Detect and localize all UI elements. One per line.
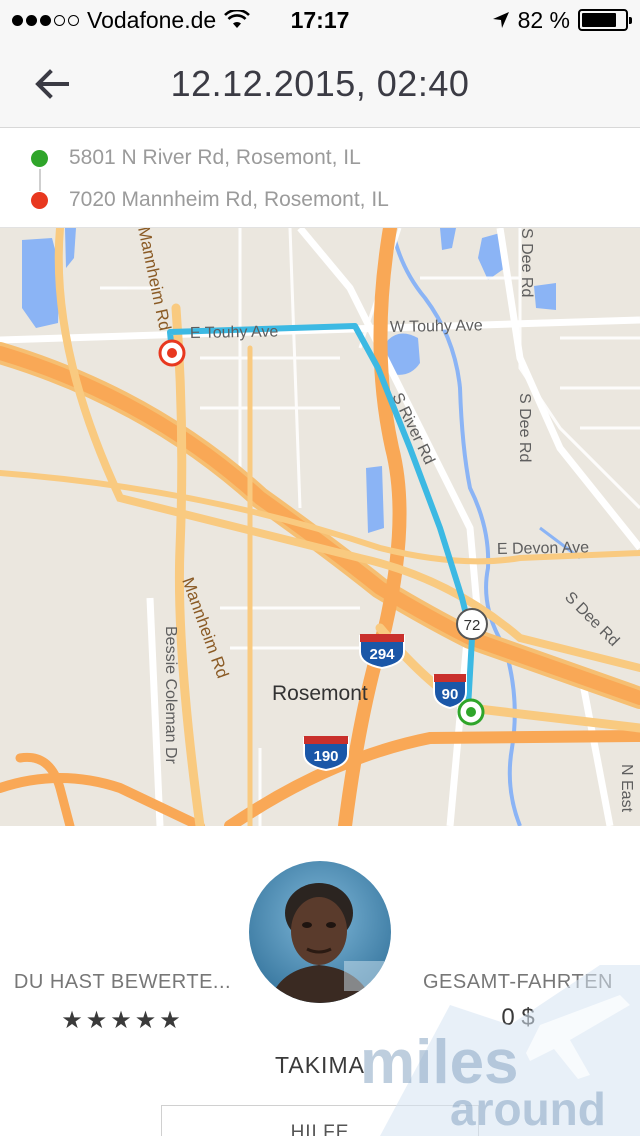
carrier-name: Vodafone.de xyxy=(87,6,217,33)
map-label-touhy-east: W Touhy Ave xyxy=(390,317,483,336)
signal-strength-icon xyxy=(12,14,79,26)
svg-text:190: 190 xyxy=(313,748,338,765)
back-button[interactable] xyxy=(28,62,76,106)
trip-summary-panel: DU HAST BEWERTE... ★★★★★ GESAMT-FAHRTEN … xyxy=(0,826,640,1136)
help-button[interactable]: HILFE xyxy=(161,1105,479,1136)
map-label-east-edge: N East xyxy=(618,764,635,813)
navigation-bar: 12.12.2015, 02:40 xyxy=(0,40,640,128)
rating-stars: ★★★★★ xyxy=(61,1007,184,1034)
map-label-dee-rd-north: S Dee Rd xyxy=(518,228,535,297)
map-canvas: E Touhy Ave W Touhy Ave E Devon Ave S Ri… xyxy=(0,228,640,826)
pickup-marker-icon xyxy=(31,149,48,167)
svg-text:90: 90 xyxy=(442,686,459,703)
location-arrow-icon xyxy=(492,12,509,28)
dropoff-marker-icon xyxy=(31,191,48,209)
trip-addresses: 5801 N River Rd, Rosemont, IL 7020 Mannh… xyxy=(0,129,640,228)
interstate-294-shield-icon: 294 xyxy=(359,634,405,670)
svg-text:72: 72 xyxy=(464,617,481,634)
pickup-pin-icon xyxy=(457,698,485,726)
map-label-dee-rd-east: S Dee Rd xyxy=(561,589,622,650)
rating-stat: DU HAST BEWERTE... ★★★★★ xyxy=(10,971,235,1035)
route-map[interactable]: E Touhy Ave W Touhy Ave E Devon Ave S Ri… xyxy=(0,228,640,826)
dropoff-address-row: 7020 Mannheim Rd, Rosemont, IL xyxy=(0,180,640,220)
driver-avatar[interactable] xyxy=(249,861,391,1003)
map-label-dee-rd-mid: S Dee Rd xyxy=(516,393,533,462)
status-bar: Vodafone.de 17:17 82 % xyxy=(0,0,640,40)
battery-level xyxy=(582,13,617,27)
page-title: 12.12.2015, 02:40 xyxy=(170,62,470,104)
total-fare-value: 0 $ xyxy=(501,1004,535,1031)
map-label-bessie: Bessie Coleman Dr xyxy=(162,626,179,765)
interstate-190-shield-icon: 190 xyxy=(303,736,349,772)
status-bar-left: Vodafone.de xyxy=(12,7,252,34)
total-fare-label: GESAMT-FAHRTEN xyxy=(423,971,613,993)
rating-label: DU HAST BEWERTE... xyxy=(13,971,232,993)
arrow-left-icon xyxy=(35,69,69,99)
map-label-touhy-west: E Touhy Ave xyxy=(190,323,279,342)
map-label-city: Rosemont xyxy=(272,682,368,705)
battery-icon xyxy=(578,9,632,31)
driver-photo xyxy=(249,861,391,1003)
svg-text:294: 294 xyxy=(369,646,395,663)
dropoff-address: 7020 Mannheim Rd, Rosemont, IL xyxy=(69,188,389,211)
status-bar-right: 82 % xyxy=(492,6,632,34)
pickup-address-row: 5801 N River Rd, Rosemont, IL xyxy=(0,138,640,178)
total-fare-stat: GESAMT-FAHRTEN 0 $ xyxy=(408,971,628,1032)
wifi-icon xyxy=(224,10,251,28)
map-label-devon: E Devon Ave xyxy=(497,539,590,558)
dropoff-pin-icon xyxy=(158,339,186,367)
battery-percent: 82 % xyxy=(517,6,570,33)
driver-name: TAKIMA xyxy=(275,1052,365,1078)
pickup-address: 5801 N River Rd, Rosemont, IL xyxy=(69,146,361,169)
map-label-mannheim-north: Mannheim Rd xyxy=(134,228,175,332)
route-72-shield-icon: 72 xyxy=(456,608,488,640)
